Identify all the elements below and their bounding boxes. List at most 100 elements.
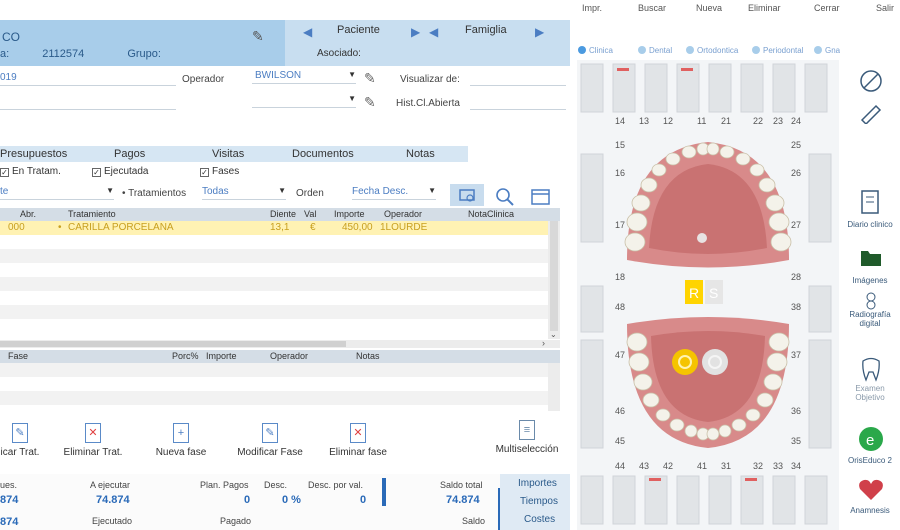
operador-select[interactable]: BWILSON ▼ bbox=[252, 70, 356, 84]
tab-dental[interactable]: Dental bbox=[638, 46, 672, 55]
upper-jaw bbox=[624, 142, 792, 268]
folder-icon[interactable] bbox=[860, 246, 882, 268]
check-icon: ✓ bbox=[0, 168, 9, 177]
radiografia-label[interactable]: Radiografía digital bbox=[840, 310, 900, 328]
prev-arrow-icon[interactable]: ◀ bbox=[303, 25, 312, 39]
tab-periodontal[interactable]: Periodontal bbox=[752, 46, 803, 55]
table-row[interactable] bbox=[0, 305, 548, 319]
odontogram: R S 14 13 12 11 21 22 23 24 15 16 17 18 … bbox=[577, 60, 839, 530]
fases-checkbox[interactable]: ✓ Fases bbox=[200, 166, 239, 177]
chevron-down-icon: ▼ bbox=[428, 186, 436, 195]
view-toggle-button[interactable] bbox=[450, 184, 484, 206]
edit-pencil-icon[interactable]: ✎ bbox=[364, 94, 380, 110]
chevron-down-icon[interactable]: ⌄ bbox=[550, 330, 557, 339]
modify-phase-button[interactable]: ✎ Modificar Fase bbox=[230, 423, 310, 458]
search-icon[interactable] bbox=[494, 186, 516, 206]
tab-presupuestos[interactable]: Presupuestos bbox=[0, 148, 67, 160]
vertical-scrollbar[interactable] bbox=[548, 363, 560, 411]
table-row[interactable] bbox=[0, 391, 548, 405]
operador-label: Operador bbox=[182, 74, 225, 85]
examen-label[interactable]: Examen Objetivo bbox=[840, 384, 900, 402]
date-field[interactable]: 019 bbox=[0, 72, 176, 86]
chevron-right-icon[interactable]: › bbox=[542, 338, 545, 348]
exit-button[interactable]: Salir bbox=[876, 3, 894, 13]
visualizar-field[interactable] bbox=[470, 72, 566, 86]
imagenes-label[interactable]: Imágenes bbox=[840, 276, 900, 285]
costes-button[interactable]: Costes bbox=[524, 514, 555, 525]
list-icon: ≡ bbox=[519, 420, 535, 440]
id-label: a: bbox=[0, 48, 10, 60]
dental-chart[interactable]: R S bbox=[577, 60, 839, 530]
next-arrow-icon[interactable]: ▶ bbox=[535, 25, 544, 39]
next-arrow-icon[interactable]: ▶ bbox=[411, 25, 420, 39]
orden-label: Orden bbox=[296, 188, 324, 199]
en-tratam-checkbox[interactable]: ✓ En Tratam. bbox=[0, 166, 61, 177]
brush-icon[interactable] bbox=[858, 98, 884, 124]
diario-clinico-label[interactable]: Diario clinico bbox=[840, 220, 900, 229]
oriseduco-label[interactable]: OrisEduco 2 bbox=[840, 456, 900, 465]
table-row[interactable] bbox=[0, 249, 548, 263]
tab-paciente[interactable]: Paciente bbox=[337, 24, 380, 44]
treatments-table-header: Abr. Tratamiento Diente Val Importe Oper… bbox=[0, 208, 560, 221]
anamnesis-label[interactable]: Anamnesis bbox=[840, 506, 900, 515]
delete-phase-button[interactable]: ✕ Eliminar fase bbox=[322, 423, 394, 458]
table-row[interactable]: 000 • CARILLA PORCELANA 13,1 € 450,00 1L… bbox=[0, 221, 548, 235]
svg-text:e: e bbox=[866, 432, 874, 449]
vertical-scrollbar[interactable] bbox=[548, 221, 560, 339]
ejecutada-checkbox[interactable]: ✓ Ejecutada bbox=[92, 166, 148, 177]
heart-icon[interactable] bbox=[858, 478, 884, 502]
table-row[interactable] bbox=[0, 277, 548, 291]
modify-treatment-button[interactable]: ✎ icar Trat. bbox=[0, 423, 40, 458]
xray-icon[interactable] bbox=[862, 292, 880, 310]
journal-icon[interactable] bbox=[860, 190, 880, 214]
phases-table-header: Fase Porc% Importe Operador Notas bbox=[0, 350, 560, 363]
tab-pagos[interactable]: Pagos bbox=[114, 148, 145, 160]
selected-tooth-marker[interactable] bbox=[672, 349, 698, 375]
tooth-marker[interactable] bbox=[702, 349, 728, 375]
importes-button[interactable]: Importes bbox=[518, 478, 557, 489]
totals-side-buttons: Importes Tiempos Costes bbox=[500, 474, 570, 530]
oriseduco-icon[interactable]: e bbox=[858, 426, 884, 452]
horizontal-scrollbar[interactable] bbox=[0, 340, 560, 348]
print-button[interactable]: Impr. bbox=[582, 3, 602, 13]
tiempos-button[interactable]: Tiempos bbox=[520, 496, 558, 507]
chevron-down-icon: ▼ bbox=[106, 186, 114, 195]
tab-visitas[interactable]: Visitas bbox=[212, 148, 244, 160]
check-icon: ✓ bbox=[92, 168, 101, 177]
palette-icon[interactable] bbox=[858, 68, 884, 94]
tab-famiglia[interactable]: Famiglia bbox=[465, 24, 507, 44]
tooth-icon[interactable] bbox=[860, 356, 882, 382]
lower-tooth-columns bbox=[580, 475, 828, 525]
delete-document-icon: ✕ bbox=[350, 423, 366, 443]
delete-treatment-button[interactable]: ✕ Eliminar Trat. bbox=[58, 423, 128, 458]
prev-arrow-icon[interactable]: ◀ bbox=[429, 25, 438, 39]
close-button[interactable]: Cerrar bbox=[814, 3, 840, 13]
search-button[interactable]: Buscar bbox=[638, 3, 666, 13]
tab-notas[interactable]: Notas bbox=[406, 148, 435, 160]
edit-pencil-icon[interactable]: ✎ bbox=[252, 28, 264, 45]
secondary-select[interactable]: ▼ bbox=[252, 94, 356, 108]
tab-clinica[interactable]: Clinica bbox=[578, 46, 613, 55]
lower-jaw bbox=[626, 317, 790, 448]
delete-button[interactable]: Eliminar bbox=[748, 3, 781, 13]
new-phase-button[interactable]: + Nueva fase bbox=[148, 423, 214, 458]
secondary-field[interactable] bbox=[0, 96, 176, 110]
edit-document-icon: ✎ bbox=[12, 423, 28, 443]
patient-header: CO a: 2112574 Grupo: ✎ bbox=[0, 20, 285, 66]
hist-field[interactable] bbox=[470, 96, 566, 110]
orden-select[interactable]: Fecha Desc. ▼ bbox=[352, 186, 436, 200]
edit-pencil-icon[interactable]: ✎ bbox=[364, 70, 380, 86]
toggle-s-label: S bbox=[709, 285, 718, 301]
upper-tooth-columns bbox=[580, 63, 828, 113]
new-button[interactable]: Nueva bbox=[696, 3, 722, 13]
calendar-icon[interactable] bbox=[530, 186, 552, 206]
multiselect-button[interactable]: ≡ Multiselección bbox=[490, 420, 564, 455]
tratamientos-select[interactable]: Todas ▼ bbox=[202, 186, 286, 200]
table-row[interactable] bbox=[0, 363, 548, 377]
visualizar-label: Visualizar de: bbox=[400, 74, 460, 85]
filter-left-select[interactable]: te ▼ bbox=[0, 186, 114, 200]
toggle-r-label: R bbox=[689, 285, 699, 301]
tab-ortodontica[interactable]: Ortodontica bbox=[686, 46, 738, 55]
red-mark bbox=[745, 478, 757, 481]
tab-documentos[interactable]: Documentos bbox=[292, 148, 354, 160]
